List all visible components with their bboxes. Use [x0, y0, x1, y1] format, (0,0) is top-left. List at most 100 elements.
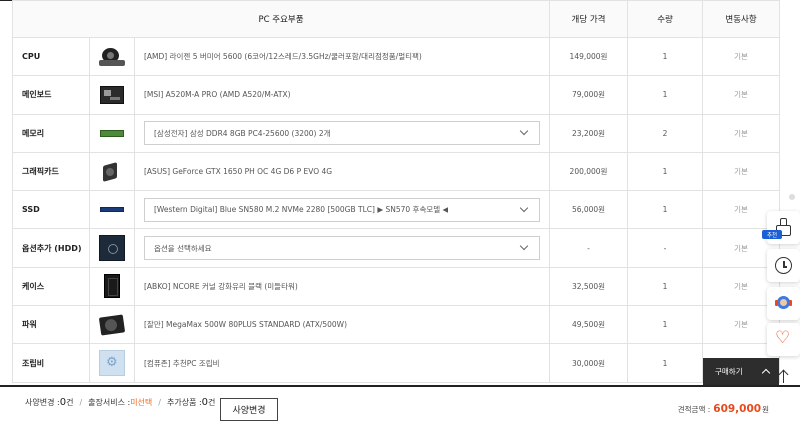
- product-name: [MSI] A520M-A PRO (AMD A520/M-ATX): [133, 75, 551, 115]
- estimate-label: 견적금액 :: [677, 405, 711, 414]
- customer-service-button[interactable]: [767, 287, 800, 320]
- part-name: 그래픽카드: [12, 151, 90, 192]
- table-row: 그래픽카드 [ASUS] GeForce GTX 1650 PH OC 4G D…: [12, 151, 781, 192]
- unit-price: 32,500원: [549, 266, 629, 307]
- part-thumbnail: [89, 151, 135, 192]
- mainboard-image: [100, 85, 124, 104]
- hdd-image: [99, 235, 125, 262]
- header-quantity: 수량: [627, 0, 704, 38]
- spec-change-label: 사양변경 :: [25, 398, 60, 407]
- chevron-down-icon: [519, 203, 529, 213]
- part-thumbnail: [89, 266, 135, 307]
- scroll-top-arrow-icon[interactable]: [776, 368, 792, 384]
- chevron-down-icon: [519, 241, 529, 251]
- quantity: 1: [627, 151, 704, 192]
- table-row: 조립비 [컴퓨존] 추천PC 조립비 30,000원 1 기본: [12, 343, 781, 383]
- part-name: 파워: [12, 305, 90, 345]
- table-row: 메모리 [삼성전자] 삼성 DDR4 8GB PC4-25600 (3200) …: [12, 113, 781, 153]
- separator: /: [158, 398, 161, 407]
- extra-items-label: 추가상품 :: [166, 398, 202, 407]
- heart-icon: ♡: [775, 328, 791, 348]
- quantity: 1: [627, 75, 704, 115]
- memory-image: [100, 129, 124, 137]
- part-name: 메인보드: [12, 75, 90, 115]
- quantity: 1: [627, 266, 704, 307]
- quantity: 1: [627, 190, 704, 230]
- product-cell: 옵션을 선택하세요: [133, 228, 551, 268]
- wishlist-button[interactable]: ♡: [767, 323, 800, 356]
- change-status: 기본: [702, 151, 781, 192]
- unit-price: 79,000원: [549, 75, 629, 115]
- ssd-image: [100, 207, 124, 213]
- part-name: 케이스: [12, 266, 90, 307]
- quantity: 1: [627, 305, 704, 345]
- spec-change-unit: 건: [66, 398, 74, 407]
- memory-select[interactable]: [삼성전자] 삼성 DDR4 8GB PC4-25600 (3200) 2개: [144, 121, 541, 146]
- part-thumbnail: [89, 36, 135, 77]
- part-name: 옵션추가 (HDD): [12, 228, 90, 268]
- product-name: [AMD] 라이젠 5 버미어 5600 (6코어/12스레드/3.5GHz/쿨…: [133, 36, 551, 77]
- part-thumbnail: [89, 228, 135, 268]
- side-indicator-dot: [789, 194, 795, 200]
- unit-price: 23,200원: [549, 113, 629, 153]
- estimate-unit: 원: [762, 405, 769, 414]
- part-thumbnail: [89, 305, 135, 345]
- table-row: 옵션추가 (HDD) 옵션을 선택하세요 - - 기본: [12, 228, 781, 268]
- product-name: [ASUS] GeForce GTX 1650 PH OC 4G D6 P EV…: [133, 151, 551, 192]
- case-image: [104, 274, 120, 299]
- buy-label: 구매하기: [715, 367, 743, 376]
- extra-items-unit: 건: [208, 398, 216, 407]
- part-name: 메모리: [12, 113, 90, 153]
- recommend-button[interactable]: [767, 211, 800, 244]
- change-status: 기본: [702, 75, 781, 115]
- quantity: 2: [627, 113, 704, 153]
- product-name: [잘만] MegaMax 500W 80PLUS STANDARD (ATX/5…: [133, 305, 551, 345]
- part-name: 조립비: [12, 343, 90, 383]
- hdd-option-select[interactable]: 옵션을 선택하세요: [144, 236, 541, 261]
- ssd-select[interactable]: [Western Digital] Blue SN580 M.2 NVMe 22…: [144, 197, 541, 222]
- unit-price: 56,000원: [549, 190, 629, 230]
- memory-select-value: [삼성전자] 삼성 DDR4 8GB PC4-25600 (3200) 2개: [154, 128, 331, 138]
- quantity: -: [627, 228, 704, 268]
- history-icon: [775, 257, 792, 274]
- summary-info: 사양변경 : 0 건 / 출장서비스 : 미선택 / 추가상품 : 0 건: [25, 397, 215, 408]
- pc-parts-table: PC 주요부품 개당 가격 수량 변동사항 CPU [AMD] 라이젠 5 버미…: [11, 0, 781, 383]
- unit-price: 49,500원: [549, 305, 629, 345]
- product-name: [컴퓨존] 추천PC 조립비: [133, 343, 551, 383]
- spec-change-button[interactable]: 사양변경: [220, 398, 278, 421]
- part-name: CPU: [12, 36, 90, 77]
- quantity: 1: [627, 343, 704, 383]
- table-row: 파워 [잘만] MegaMax 500W 80PLUS STANDARD (AT…: [12, 305, 781, 345]
- unit-price: 30,000원: [549, 343, 629, 383]
- change-status: 기본: [702, 113, 781, 153]
- product-cell: [삼성전자] 삼성 DDR4 8GB PC4-25600 (3200) 2개: [133, 113, 551, 153]
- product-cell: [Western Digital] Blue SN580 M.2 NVMe 22…: [133, 190, 551, 230]
- table-header-row: PC 주요부품 개당 가격 수량 변동사항: [11, 0, 781, 38]
- recent-history-button[interactable]: [767, 249, 800, 282]
- graphics-card-image: [103, 161, 121, 182]
- header-parts: PC 주요부품: [11, 0, 551, 38]
- estimate-total: 견적금액 : 609,000 원: [678, 403, 769, 415]
- part-name: SSD: [12, 190, 90, 230]
- quantity: 1: [627, 36, 704, 77]
- install-service-value: 미선택: [130, 398, 153, 407]
- assembly-image: [99, 350, 125, 377]
- hdd-option-placeholder: 옵션을 선택하세요: [154, 243, 212, 253]
- separator: /: [79, 398, 83, 407]
- change-status: 기본: [702, 36, 781, 77]
- unit-price: -: [549, 228, 629, 268]
- table-row: 메인보드 [MSI] A520M-A PRO (AMD A520/M-ATX) …: [12, 75, 781, 115]
- cpu-image: [99, 47, 125, 66]
- part-thumbnail: [89, 75, 135, 115]
- chevron-up-icon: [761, 368, 771, 378]
- part-thumbnail: [89, 190, 135, 230]
- table-row: CPU [AMD] 라이젠 5 버미어 5600 (6코어/12스레드/3.5G…: [12, 36, 781, 77]
- table-row: SSD [Western Digital] Blue SN580 M.2 NVM…: [12, 190, 781, 230]
- header-unit-price: 개당 가격: [549, 0, 629, 38]
- product-name: [ABKO] NCORE 커널 강화유리 블랙 (미들타워): [133, 266, 551, 307]
- recommend-badge: 추천: [762, 230, 782, 239]
- table-row: 케이스 [ABKO] NCORE 커널 강화유리 블랙 (미들타워) 32,50…: [12, 266, 781, 307]
- estimate-amount: 609,000: [713, 403, 762, 415]
- power-supply-image: [98, 314, 126, 336]
- buy-button[interactable]: 구매하기: [703, 358, 779, 385]
